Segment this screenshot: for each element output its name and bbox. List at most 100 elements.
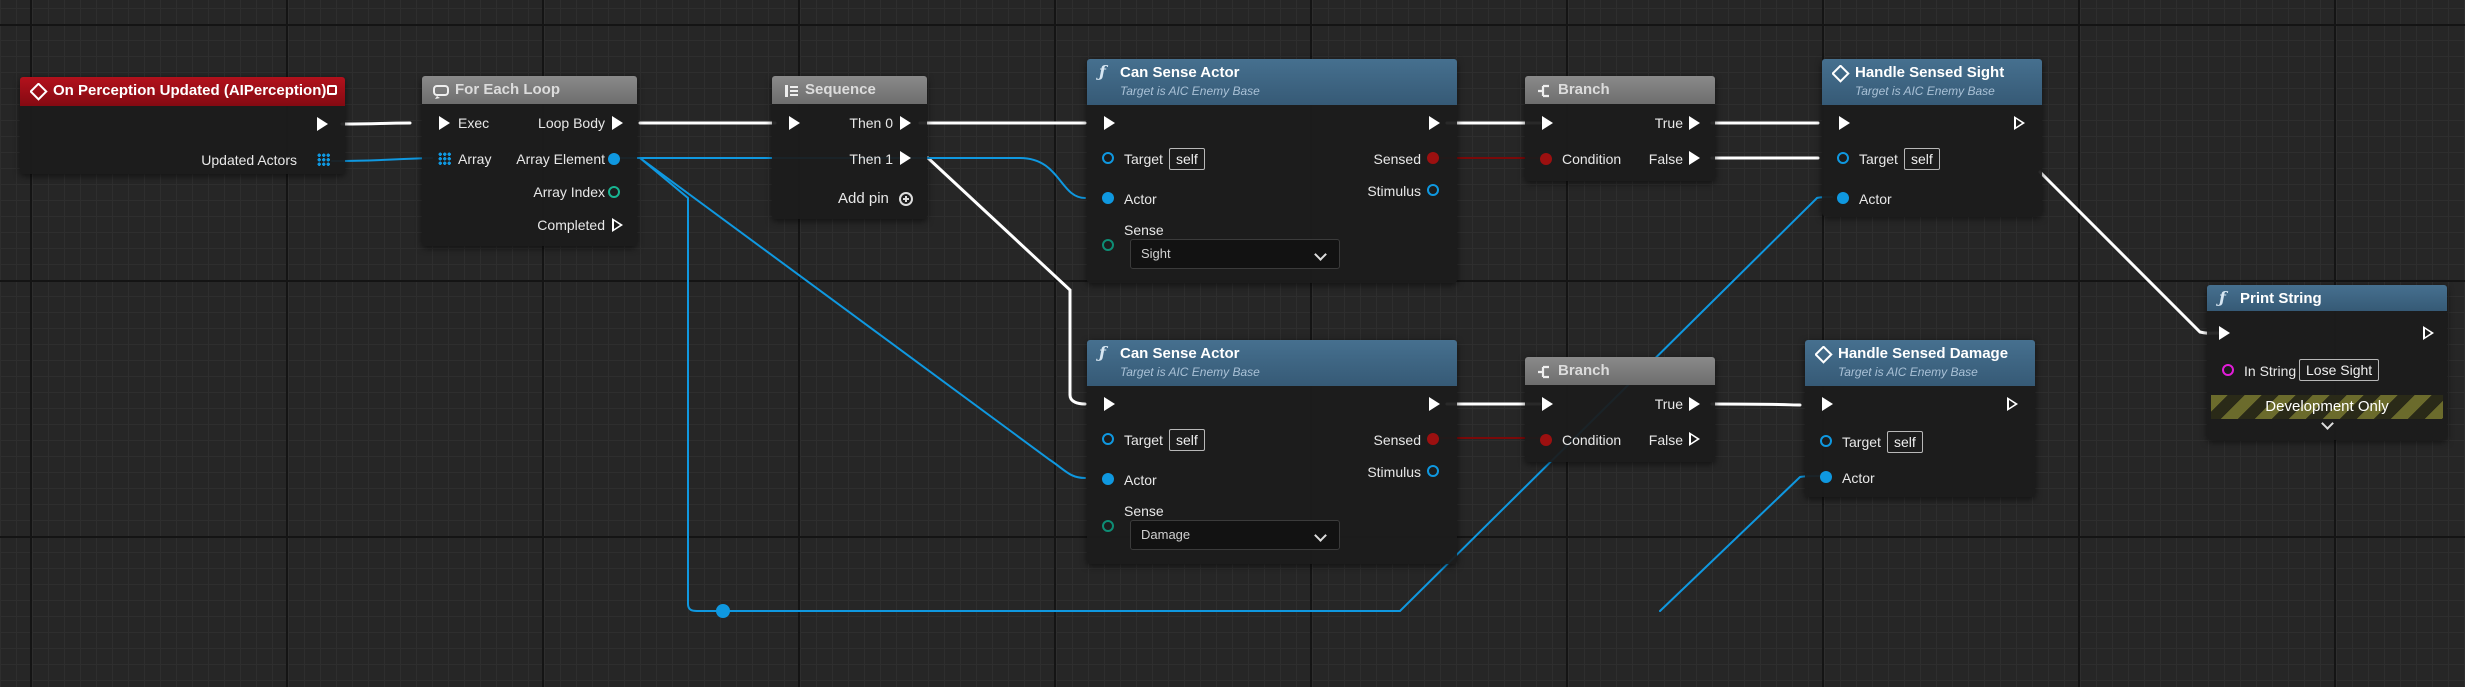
object-wire [1659, 475, 1821, 612]
dev-only-banner: Development Only [2207, 395, 2447, 419]
foreach-node[interactable]: For Each Loop Exec Array Loop Body Array… [422, 76, 637, 246]
branch-1-title: Branch [1558, 81, 1610, 98]
can-sense-2-target-label: Target [1124, 432, 1163, 448]
event-node-on-perception-updated[interactable]: On Perception Updated (AIPerception) Upd… [20, 77, 345, 174]
can-sense-actor-node-sight[interactable]: ƒ Can Sense Actor Target is AIC Enemy Ba… [1087, 59, 1457, 283]
branch-1-header[interactable]: Branch [1525, 76, 1715, 104]
can-sense-1-sensed-pin[interactable] [1427, 152, 1439, 164]
branch-2-condition-pin[interactable] [1540, 434, 1552, 446]
can-sense-1-sensed-label: Sensed [1373, 151, 1421, 167]
handle-sight-target-field[interactable]: self [1904, 148, 1940, 170]
in-string-field[interactable]: Lose Sight [2299, 359, 2380, 381]
sequence-node-header[interactable]: Sequence [772, 76, 927, 104]
branch-2-true-label: True [1654, 396, 1683, 412]
handle-sight-exec-out[interactable] [2014, 116, 2025, 130]
exec-wire [926, 156, 1087, 406]
branch-2-header[interactable]: Branch [1525, 357, 1715, 385]
branch-1-false-pin[interactable] [1689, 151, 1700, 165]
loop-body-pin[interactable] [612, 116, 623, 130]
branch-1-true-pin[interactable] [1689, 116, 1700, 130]
array-element-label: Array Element [516, 151, 605, 167]
can-sense-2-sense-dropdown[interactable]: Damage [1130, 520, 1340, 550]
completed-pin[interactable] [612, 218, 623, 232]
handle-sight-target-pin[interactable] [1837, 152, 1849, 164]
branch-node-2[interactable]: Branch Condition True False [1525, 357, 1715, 462]
exec-wire [1710, 402, 1802, 407]
can-sense-actor-node-damage[interactable]: ƒ Can Sense Actor Target is AIC Enemy Ba… [1087, 340, 1457, 564]
print-string-exec-in[interactable] [2219, 326, 2230, 340]
handle-sight-actor-label: Actor [1859, 191, 1892, 207]
branch-icon [1538, 365, 1549, 379]
handle-sensed-sight-node[interactable]: Handle Sensed Sight Target is AIC Enemy … [1822, 59, 2042, 216]
can-sense-2-exec-in[interactable] [1104, 397, 1115, 411]
can-sense-1-actor-pin[interactable] [1102, 192, 1114, 204]
branch-2-false-label: False [1648, 432, 1683, 448]
handle-damage-target-field[interactable]: self [1887, 431, 1923, 453]
can-sense-2-sense-pin[interactable] [1102, 520, 1114, 532]
sequence-exec-in-pin[interactable] [789, 116, 800, 130]
branch-node-1[interactable]: Branch Condition True False [1525, 76, 1715, 181]
object-wire [331, 157, 433, 162]
print-string-exec-out[interactable] [2423, 326, 2434, 340]
add-pin-button[interactable]: Add pin [838, 191, 889, 207]
branch-2-true-pin[interactable] [1689, 397, 1700, 411]
branch-2-false-pin[interactable] [1689, 432, 1700, 446]
delegate-tag-icon[interactable] [327, 85, 337, 95]
custom-event-icon [1832, 65, 1850, 83]
in-string-pin[interactable] [2222, 364, 2234, 376]
can-sense-2-target-field[interactable]: self [1169, 429, 1205, 451]
handle-damage-header[interactable]: Handle Sensed Damage Target is AIC Enemy… [1805, 340, 2035, 386]
event-node-header[interactable]: On Perception Updated (AIPerception) [20, 77, 345, 106]
can-sense-2-header[interactable]: ƒ Can Sense Actor Target is AIC Enemy Ba… [1087, 340, 1457, 386]
can-sense-1-header[interactable]: ƒ Can Sense Actor Target is AIC Enemy Ba… [1087, 59, 1457, 105]
handle-damage-target-pin[interactable] [1820, 435, 1832, 447]
can-sense-2-actor-pin[interactable] [1102, 473, 1114, 485]
branch-1-exec-in[interactable] [1542, 116, 1553, 130]
then1-pin[interactable] [900, 151, 911, 165]
branch-2-exec-in[interactable] [1542, 397, 1553, 411]
can-sense-1-sense-pin[interactable] [1102, 239, 1114, 251]
function-icon: ƒ [1099, 343, 1106, 362]
reroute-knot[interactable] [716, 604, 730, 618]
can-sense-1-sense-dropdown[interactable]: Sight [1130, 239, 1340, 269]
can-sense-2-stimulus-pin[interactable] [1427, 465, 1439, 477]
handle-sight-target-label: Target [1859, 151, 1898, 167]
updated-actors-label: Updated Actors [201, 152, 297, 168]
can-sense-1-target-pin[interactable] [1102, 152, 1114, 164]
foreach-array-pin[interactable] [438, 152, 451, 165]
can-sense-1-exec-out[interactable] [1429, 116, 1440, 130]
then0-pin[interactable] [900, 116, 911, 130]
handle-damage-exec-in[interactable] [1822, 397, 1833, 411]
event-node-title: On Perception Updated (AIPerception) [53, 82, 327, 99]
print-string-node[interactable]: ƒ Print String In String Lose Sight Deve… [2207, 285, 2447, 440]
expand-chevron-icon[interactable] [2321, 417, 2334, 430]
exec-wire [340, 121, 412, 126]
array-index-pin[interactable] [608, 186, 620, 198]
handle-sight-subtitle: Target is AIC Enemy Base [1855, 84, 1995, 98]
can-sense-2-exec-out[interactable] [1429, 397, 1440, 411]
sequence-node-title: Sequence [805, 81, 876, 98]
handle-sight-header[interactable]: Handle Sensed Sight Target is AIC Enemy … [1822, 59, 2042, 105]
handle-damage-actor-pin[interactable] [1820, 471, 1832, 483]
sequence-node[interactable]: Sequence Then 0 Then 1 Add pin [772, 76, 927, 219]
handle-sensed-damage-node[interactable]: Handle Sensed Damage Target is AIC Enemy… [1805, 340, 2035, 497]
handle-sight-actor-pin[interactable] [1837, 192, 1849, 204]
foreach-node-header[interactable]: For Each Loop [422, 76, 637, 104]
can-sense-2-target-pin[interactable] [1102, 433, 1114, 445]
event-exec-out-pin[interactable] [317, 117, 328, 131]
can-sense-2-sensed-pin[interactable] [1427, 433, 1439, 445]
can-sense-1-target-field[interactable]: self [1169, 148, 1205, 170]
can-sense-1-stimulus-pin[interactable] [1427, 184, 1439, 196]
updated-actors-pin[interactable] [317, 153, 330, 166]
add-pin-icon[interactable] [899, 192, 913, 206]
foreach-exec-in-pin[interactable] [439, 116, 450, 130]
can-sense-1-exec-in[interactable] [1104, 116, 1115, 130]
array-element-pin[interactable] [608, 153, 620, 165]
completed-label: Completed [537, 217, 605, 233]
print-string-header[interactable]: ƒ Print String [2207, 285, 2447, 311]
handle-sight-exec-in[interactable] [1839, 116, 1850, 130]
then1-label: Then 1 [849, 151, 893, 167]
handle-damage-exec-out[interactable] [2007, 397, 2018, 411]
can-sense-1-sense-value: Sight [1141, 246, 1171, 261]
branch-1-condition-pin[interactable] [1540, 153, 1552, 165]
